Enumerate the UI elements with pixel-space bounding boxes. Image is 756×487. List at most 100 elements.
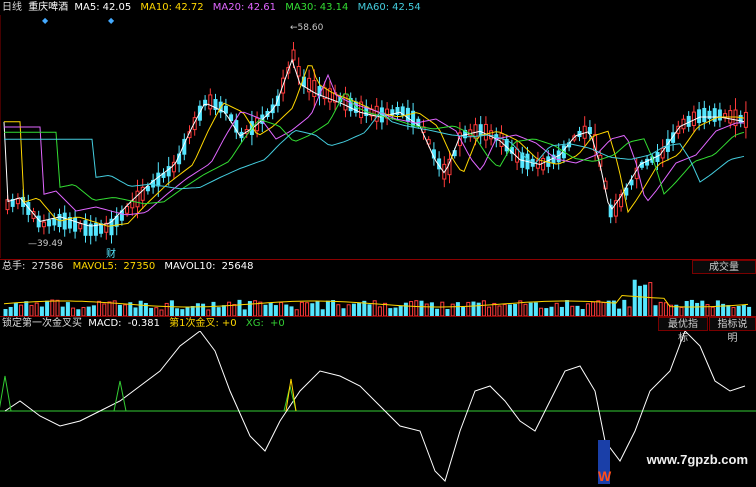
candle [702, 100, 707, 130]
candle [712, 103, 717, 127]
candle [348, 92, 353, 117]
volume-bar [221, 305, 226, 316]
candle [47, 212, 52, 234]
volume-bar [55, 299, 60, 316]
volume-bar [643, 284, 648, 316]
volume-bar [60, 306, 65, 316]
volume-bar [689, 299, 694, 316]
volume-bar [164, 302, 169, 316]
volume-bar [341, 308, 346, 316]
candle [447, 150, 452, 184]
volume-bar [492, 302, 497, 316]
moving-average-line [4, 65, 745, 227]
volume-bar [419, 300, 424, 316]
volume-bar [487, 306, 492, 316]
buy-signal-spike [113, 380, 127, 412]
candle [41, 214, 46, 235]
candle [62, 205, 67, 237]
volume-bar [388, 308, 393, 316]
volume-bar [8, 306, 13, 316]
volume-bar [133, 307, 138, 316]
volume-bar [367, 304, 372, 316]
price-legend: 日线 重庆啤酒 MA5: 42.05 MA10: 42.72 MA20: 42.61 … [2, 1, 427, 15]
candle [613, 193, 618, 224]
volume-bar [565, 300, 570, 316]
volume-bar [481, 300, 486, 316]
optimal-indicator-button[interactable]: 最优指标 [658, 317, 708, 344]
volume-bar [310, 303, 315, 316]
price-candlestick-chart[interactable] [0, 15, 756, 258]
candle [608, 198, 613, 224]
volume-bar [632, 279, 637, 316]
volume-bar [554, 302, 559, 316]
macd-indicator-chart[interactable] [0, 331, 756, 487]
candle [369, 104, 374, 121]
ma60-label: MA60: 42.54 [357, 2, 421, 13]
xg-value: XG: +0 [245, 318, 285, 329]
volume-bar [471, 301, 476, 316]
macd-value: MACD: -0.381 [88, 318, 160, 329]
high-price-label: ←58.60 [290, 23, 324, 33]
volume-bar [695, 302, 700, 316]
candle [161, 168, 166, 183]
candle [223, 98, 228, 121]
volume-bar [497, 305, 502, 316]
volume-bar [107, 301, 112, 316]
volume-bar [663, 302, 668, 316]
volume-bar [523, 303, 528, 316]
volume-bar [736, 305, 741, 316]
candle [733, 98, 738, 138]
volume-bar-chart[interactable] [0, 274, 756, 316]
volume-bar [653, 305, 658, 316]
volume-bar [65, 302, 70, 316]
candle [541, 153, 546, 175]
candle [619, 189, 624, 212]
moving-average-line [4, 73, 744, 216]
volume-bar [138, 300, 143, 316]
ma20-label: MA20: 42.61 [212, 2, 276, 13]
volume-bar [622, 299, 627, 316]
candle [67, 212, 72, 234]
volume-bar [637, 285, 642, 316]
candle [119, 205, 124, 226]
first-cross-value: 第1次金叉: +0 [169, 318, 237, 329]
candle [109, 210, 114, 244]
volume-bar [575, 305, 580, 316]
period-label: 日线 [2, 2, 22, 13]
volume-legend: 总手: 27586 MAVOL5: 27350 MAVOL10: 25648 [2, 260, 259, 274]
candle [723, 109, 728, 123]
volume-bar [627, 306, 632, 316]
candle [88, 215, 93, 245]
volume-bar [684, 300, 689, 316]
volume-bar [731, 306, 736, 316]
macd-line [4, 331, 746, 482]
mavol10: MAVOL10: 25648 [164, 261, 254, 272]
volume-bar [585, 303, 590, 316]
candle [738, 110, 743, 128]
volume-button[interactable]: 成交量 [692, 260, 756, 274]
volume-bar [305, 302, 310, 316]
volume-bar [24, 301, 29, 316]
volume-bar [679, 307, 684, 316]
candle [15, 193, 20, 210]
candle [343, 86, 348, 118]
volume-bar [372, 300, 377, 316]
total-volume: 总手: 27586 [2, 261, 64, 272]
volume-bar [268, 302, 273, 316]
finance-marker[interactable]: 财 [106, 245, 116, 260]
candle [395, 101, 400, 121]
candle [333, 84, 338, 111]
volume-bar [91, 305, 96, 316]
candle [99, 219, 104, 238]
volume-bar [154, 307, 159, 316]
candle [130, 192, 135, 216]
ma5-label: MA5: 42.05 [74, 2, 132, 13]
volume-bar [513, 304, 518, 316]
candle [374, 98, 379, 130]
volume-bar [533, 302, 538, 316]
volume-bar [201, 303, 206, 316]
indicator-help-button[interactable]: 指标说明 [709, 317, 756, 344]
volume-bar [440, 301, 445, 316]
volume-bar [747, 306, 752, 316]
volume-bar [429, 302, 434, 316]
